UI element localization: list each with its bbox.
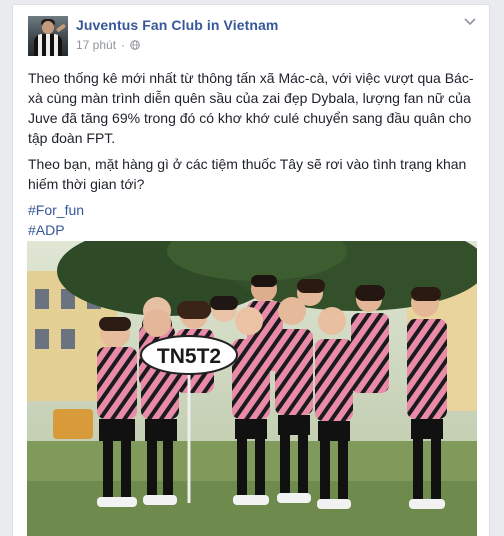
post-photo[interactable]: TN5T2 bbox=[27, 241, 477, 536]
post-timestamp[interactable]: 17 phút bbox=[76, 38, 116, 52]
post-paragraph: Theo bạn, mặt hàng gì ở các tiệm thuốc T… bbox=[28, 156, 467, 192]
meta-separator: · bbox=[121, 38, 126, 52]
post-paragraph: Theo thống kê mới nhất từ thông tấn xã M… bbox=[28, 70, 474, 146]
group-photo-illustration: TN5T2 bbox=[27, 241, 477, 536]
post-content: Theo thống kê mới nhất từ thông tấn xã M… bbox=[28, 68, 476, 240]
globe-icon[interactable] bbox=[130, 40, 140, 50]
post-header: Juventus Fan Club in Vietnam 17 phút · bbox=[28, 16, 476, 60]
hashtag-link[interactable]: #ADP bbox=[28, 220, 476, 240]
hashtag-link[interactable]: #For_fun bbox=[28, 200, 476, 220]
page-name-link[interactable]: Juventus Fan Club in Vietnam bbox=[76, 17, 278, 33]
sign-text: TN5T2 bbox=[157, 345, 221, 368]
post-meta: 17 phút · bbox=[76, 38, 140, 52]
chevron-down-icon[interactable] bbox=[464, 18, 476, 26]
facebook-post: Juventus Fan Club in Vietnam 17 phút · T… bbox=[12, 4, 490, 536]
page-avatar[interactable] bbox=[28, 16, 68, 56]
